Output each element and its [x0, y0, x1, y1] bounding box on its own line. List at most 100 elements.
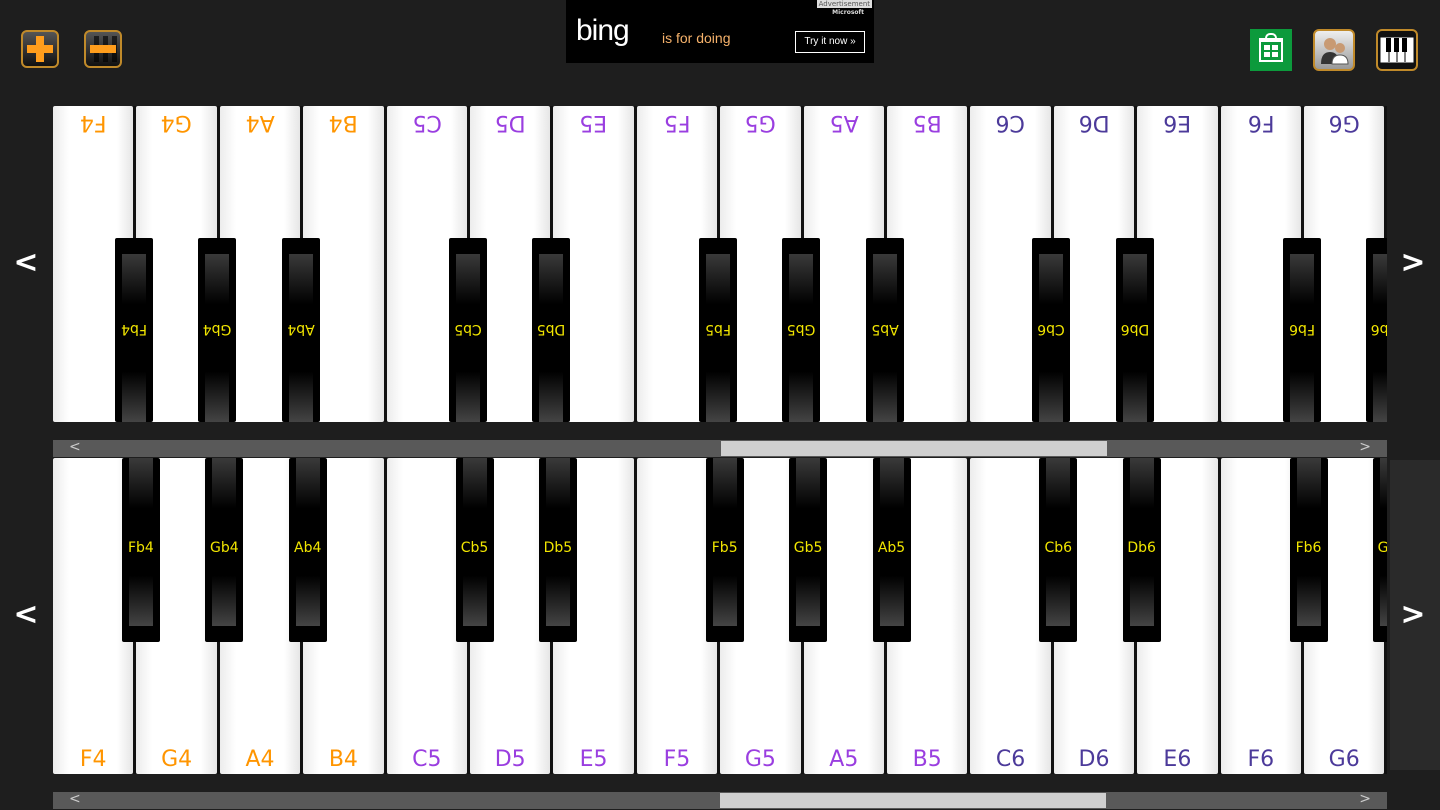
black-key-gb6[interactable]: Gb6 [1365, 238, 1387, 422]
white-key-label: C6 [995, 747, 1026, 772]
black-key-label: Ab4 [287, 321, 315, 337]
black-key-label: Fb6 [1288, 321, 1315, 337]
plus-icon-vertical [36, 36, 44, 62]
ad-tagline: is for doing [662, 30, 731, 46]
white-key-label: F4 [79, 747, 107, 772]
scroll-right-icon[interactable]: > [1359, 439, 1371, 455]
black-key-label: Ab5 [870, 321, 899, 337]
black-key-label: Ab4 [294, 540, 322, 556]
black-key-gloss [789, 254, 814, 422]
white-key-label: G6 [1328, 747, 1360, 772]
white-key-label: B4 [328, 747, 358, 772]
black-key-gloss [705, 254, 730, 422]
scrollbar-lower[interactable]: < > [53, 791, 1387, 809]
store-button[interactable] [1250, 29, 1292, 71]
black-key-fb4[interactable]: Fb4 [114, 238, 153, 422]
black-key-label: Fb5 [704, 321, 731, 337]
users-icon [1321, 38, 1349, 65]
scroll-left-icon[interactable]: < [69, 439, 81, 455]
black-key-db6[interactable]: Db6 [1115, 238, 1154, 422]
black-key-fb6[interactable]: Fb6 [1289, 458, 1328, 642]
black-key-gloss [121, 254, 146, 422]
white-key-label: C5 [412, 747, 442, 772]
black-key-label: Gb5 [793, 540, 823, 556]
black-key-label: Gb4 [202, 321, 232, 337]
black-key-gb5[interactable]: Gb5 [789, 458, 828, 642]
zoom-out-button[interactable] [84, 30, 122, 68]
black-key-cb5[interactable]: Cb5 [455, 458, 494, 642]
minus-icon [90, 45, 116, 53]
black-key-db5[interactable]: Db5 [531, 238, 570, 422]
advertisement-banner[interactable]: Advertisement Microsoft bing is for doin… [566, 0, 874, 63]
white-key-label: B5 [912, 747, 942, 772]
white-key-label: F4 [79, 110, 107, 135]
black-key-gb4[interactable]: Gb4 [198, 238, 237, 422]
white-key-label: G5 [744, 110, 776, 135]
keyboard-lower: F4 G4 A4 B4 C5 D5 E5 F5 G5 A5 B5 C6 D6 E6 F6 G6 Fb4 Gb4 Ab… [53, 458, 1387, 774]
black-key-ab4[interactable]: Ab4 [281, 238, 320, 422]
white-key-label: F5 [663, 747, 691, 772]
scroll-left-upper-button[interactable]: < [11, 245, 41, 280]
white-key-label: D6 [1078, 747, 1110, 772]
white-key-label: C5 [412, 110, 442, 135]
white-key-f6[interactable]: F6 [1220, 458, 1301, 774]
scroll-left-lower-button[interactable]: < [11, 597, 41, 632]
scrollbar-upper[interactable]: < > [53, 439, 1387, 457]
ad-owner: Microsoft [832, 9, 864, 16]
white-key-label: F5 [663, 110, 691, 135]
black-key-db5[interactable]: Db5 [538, 458, 577, 642]
black-key-label: Cb6 [1044, 540, 1073, 556]
black-key-fb5[interactable]: Fb5 [698, 238, 737, 422]
black-key-gloss [205, 254, 230, 422]
scroll-right-upper-button[interactable]: > [1398, 245, 1428, 280]
scroll-right-lower-button[interactable]: > [1398, 597, 1428, 632]
white-key-label: C6 [995, 110, 1026, 135]
white-key-label: G4 [161, 747, 193, 772]
white-key-label: G6 [1328, 110, 1360, 135]
black-key-fb5[interactable]: Fb5 [705, 458, 744, 642]
white-key-label: D5 [494, 110, 526, 135]
black-key-label: Cb5 [453, 321, 482, 337]
black-key-gloss [1372, 254, 1387, 422]
white-key-label: G4 [161, 110, 193, 135]
black-key-gb5[interactable]: Gb5 [782, 238, 821, 422]
white-key-c5[interactable]: C5 [386, 458, 467, 774]
black-key-cb5[interactable]: Cb5 [448, 238, 487, 422]
black-key-db6[interactable]: Db6 [1122, 458, 1161, 642]
black-key-ab5[interactable]: Ab5 [865, 238, 904, 422]
black-key-gloss [872, 254, 897, 422]
black-key-gb6[interactable]: Gb6 [1372, 458, 1387, 642]
black-key-ab4[interactable]: Ab4 [288, 458, 327, 642]
piano-icon [1380, 37, 1414, 63]
black-key-label: Fb5 [711, 540, 738, 556]
white-key-label: A4 [245, 110, 275, 135]
black-key-fb6[interactable]: Fb6 [1282, 238, 1321, 422]
black-key-label: Gb6 [1370, 321, 1387, 337]
white-key-label: B5 [912, 110, 942, 135]
profile-button[interactable] [1313, 29, 1355, 71]
black-key-label: Cb6 [1037, 321, 1066, 337]
black-key-label: Db5 [543, 540, 573, 556]
black-key-ab5[interactable]: Ab5 [872, 458, 911, 642]
ad-tag: Advertisement [816, 0, 872, 8]
white-key-label: B4 [328, 110, 358, 135]
scroll-thumb[interactable] [720, 793, 1106, 808]
black-key-label: Ab5 [877, 540, 906, 556]
black-key-fb4[interactable]: Fb4 [121, 458, 160, 642]
black-key-label: Db6 [1120, 321, 1149, 337]
zoom-in-button[interactable] [21, 30, 59, 68]
white-key-label: E5 [579, 747, 608, 772]
store-bag-icon [1259, 33, 1283, 62]
black-key-cb6[interactable]: Cb6 [1039, 458, 1078, 642]
black-key-label: Gb4 [209, 540, 239, 556]
white-key-label: E6 [1163, 110, 1192, 135]
scroll-left-icon[interactable]: < [69, 791, 81, 807]
black-key-cb6[interactable]: Cb6 [1032, 238, 1071, 422]
white-key-label: F6 [1247, 747, 1275, 772]
scroll-right-icon[interactable]: > [1359, 791, 1371, 807]
keyboard-button[interactable] [1376, 29, 1418, 71]
white-key-label: A5 [829, 747, 859, 772]
scroll-thumb[interactable] [721, 441, 1107, 456]
ad-cta-button[interactable]: Try it now » [795, 31, 865, 53]
black-key-gb4[interactable]: Gb4 [205, 458, 244, 642]
